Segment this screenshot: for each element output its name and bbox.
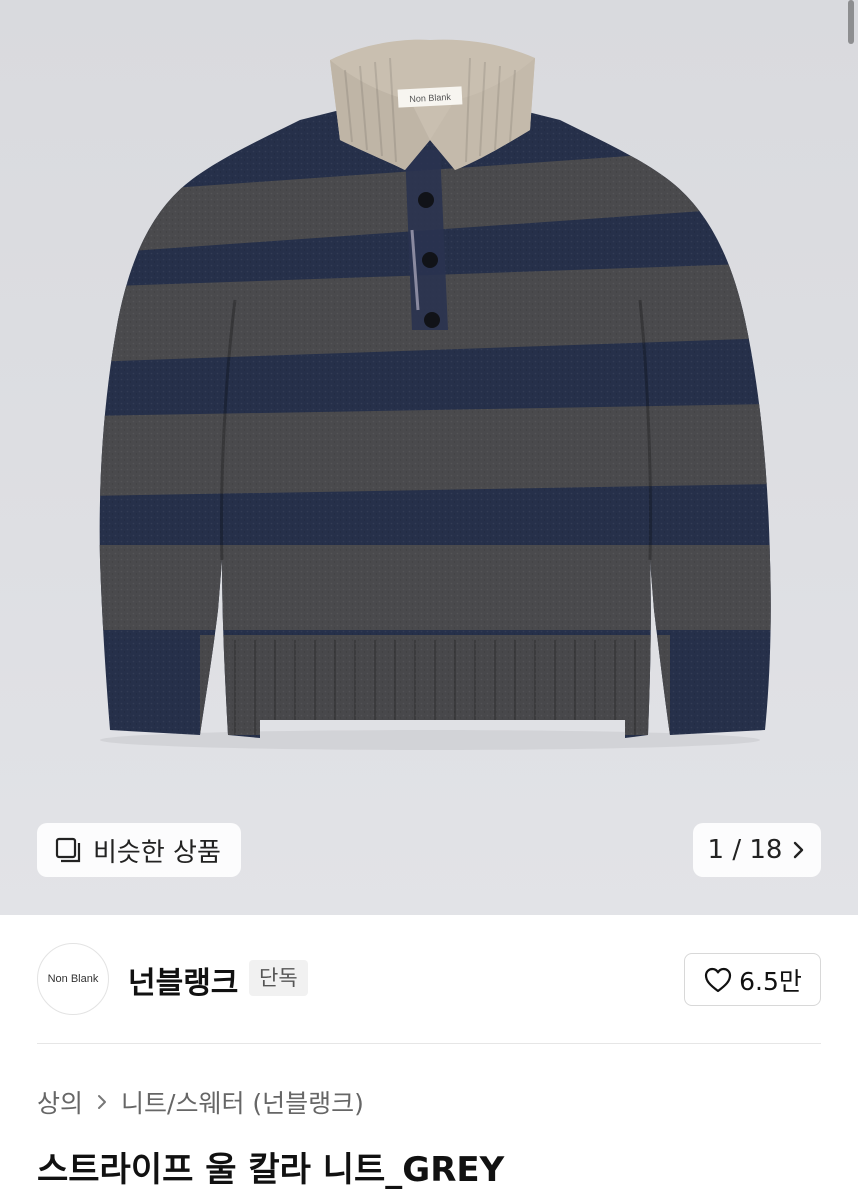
similar-products-label: 비슷한 상품 [93,837,221,868]
similar-items-icon [55,837,81,863]
image-counter-button[interactable]: 1 / 18 [693,823,821,877]
scroll-indicator[interactable] [848,0,854,44]
breadcrumb: 상의 니트/스웨터 (넌블랭크) [37,1084,364,1120]
like-button[interactable]: 6.5만 [684,953,821,1006]
breadcrumb-category[interactable]: 상의 [37,1084,83,1120]
divider [37,1043,821,1044]
brand-logo-text: Non Blank [47,973,99,985]
heart-icon [705,967,732,992]
product-photo: Non Blank [99,39,771,750]
chevron-right-icon [794,841,804,859]
exclusive-badge: 단독 [249,960,308,996]
product-image-gallery[interactable]: Non Blank 비슷한 상품 1 / 18 [0,0,858,915]
brand-name[interactable]: 넌블랭크 [128,958,238,1002]
image-counter: 1 / 18 [707,835,783,865]
breadcrumb-subcategory[interactable]: 니트/스웨터 (넌블랭크) [121,1084,364,1120]
chevron-right-icon [98,1095,107,1109]
like-count: 6.5만 [739,966,802,996]
product-title: 스트라이프 울 칼라 니트_GREY [37,1150,505,1190]
similar-products-button[interactable]: 비슷한 상품 [37,823,241,877]
brand-logo[interactable]: Non Blank [37,943,109,1015]
brand-row: Non Blank 넌블랭크 단독 6.5만 [0,940,858,1020]
